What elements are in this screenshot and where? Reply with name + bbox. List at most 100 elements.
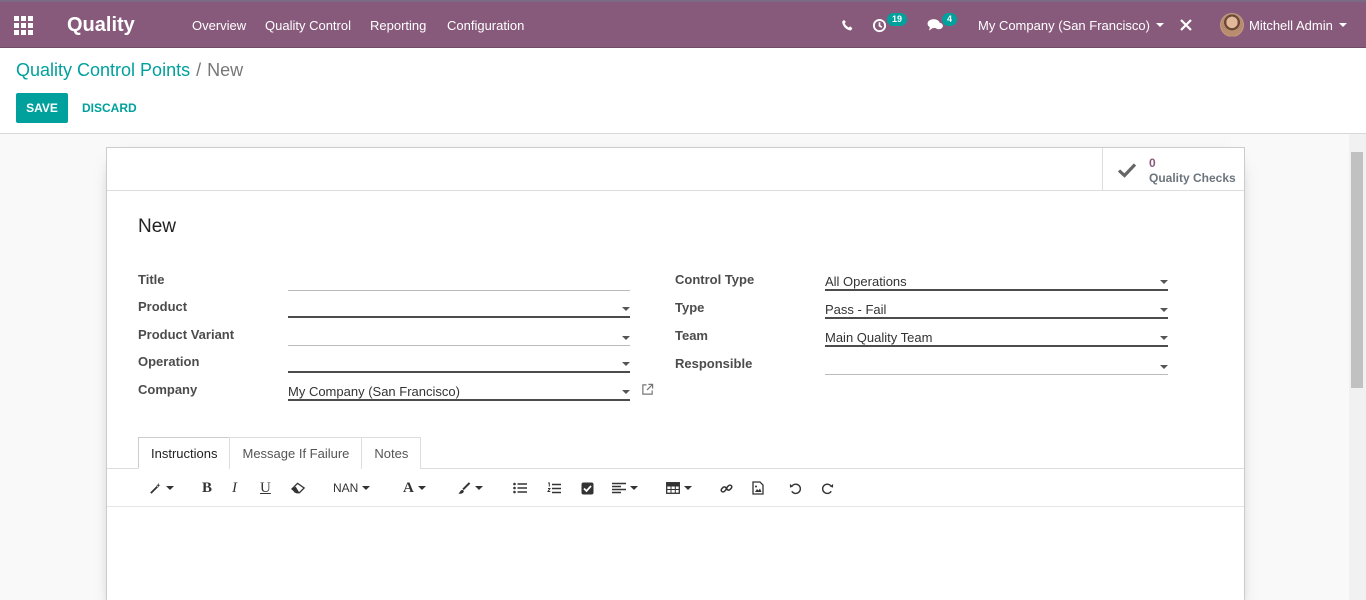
menu-quality-control[interactable]: Quality Control (265, 2, 351, 48)
chevron-down-icon (622, 307, 630, 311)
company-select[interactable]: My Company (San Francisco) (288, 380, 630, 401)
product-variant-label: Product Variant (138, 327, 235, 342)
control-type-select[interactable]: All Operations (825, 270, 1168, 291)
type-value: Pass - Fail (825, 302, 887, 317)
responsible-label: Responsible (675, 356, 753, 371)
record-title: New (138, 216, 177, 237)
page-scrollbar[interactable] (1349, 134, 1366, 600)
team-value: Main Quality Team (825, 330, 933, 345)
activity-clock-icon[interactable] (872, 2, 887, 48)
control-panel: Quality Control Points / New SAVE DISCARD (0, 48, 1366, 134)
breadcrumb: Quality Control Points / New (16, 60, 243, 81)
discard-button[interactable]: DISCARD (76, 93, 143, 123)
top-navbar: Quality Overview Quality Control Reporti… (0, 0, 1366, 48)
highlight-dropdown[interactable] (457, 469, 483, 507)
link-icon[interactable] (720, 469, 733, 507)
menu-configuration[interactable]: Configuration (447, 2, 524, 48)
unordered-list-icon[interactable] (513, 469, 527, 507)
chevron-down-icon (1160, 280, 1168, 284)
product-variant-select[interactable] (288, 326, 630, 346)
product-label: Product (138, 299, 188, 314)
activity-count-badge: 19 (887, 13, 908, 26)
chevron-down-icon (475, 486, 483, 490)
chevron-down-icon (362, 486, 371, 490)
title-label: Title (138, 272, 165, 287)
chevron-down-icon (622, 336, 630, 340)
font-color-dropdown[interactable]: A (403, 469, 426, 507)
chevron-down-icon (1160, 308, 1168, 312)
title-input[interactable] (288, 271, 630, 291)
control-type-value: All Operations (825, 274, 907, 289)
chevron-down-icon (417, 486, 426, 490)
chevron-down-icon (684, 486, 692, 490)
menu-overview[interactable]: Overview (192, 2, 246, 48)
quality-checks-smart-button[interactable]: 0 Quality Checks (1102, 148, 1244, 190)
chevron-down-icon (1338, 23, 1347, 27)
company-label: Company (138, 382, 198, 397)
magic-wand-icon (150, 482, 161, 494)
control-type-label: Control Type (675, 272, 755, 287)
message-count-badge: 4 (942, 13, 958, 26)
user-menu[interactable]: Mitchell Admin (1220, 2, 1347, 48)
avatar (1220, 13, 1244, 37)
check-icon (1117, 162, 1137, 181)
debug-tools-icon[interactable] (1179, 2, 1193, 48)
undo-icon[interactable] (789, 469, 802, 507)
external-link-icon[interactable] (641, 383, 654, 399)
chevron-down-icon (622, 362, 630, 366)
paint-brush-icon (458, 481, 471, 494)
italic-button[interactable]: I (232, 469, 237, 507)
chevron-down-icon (630, 486, 638, 490)
product-select[interactable] (288, 297, 630, 318)
paragraph-align-dropdown[interactable] (612, 469, 638, 507)
font-size-dropdown[interactable]: NAN (333, 469, 371, 507)
responsible-select[interactable] (825, 355, 1168, 375)
breadcrumb-parent-link[interactable]: Quality Control Points (16, 60, 190, 80)
phone-icon[interactable] (838, 2, 856, 48)
form-sheet: 0 Quality Checks New Title Product Produ… (106, 147, 1245, 600)
chevron-down-icon (166, 486, 174, 490)
apps-menu-icon[interactable] (14, 2, 36, 48)
bold-button[interactable]: B (202, 469, 212, 507)
ordered-list-icon[interactable] (547, 469, 561, 507)
table-dropdown[interactable] (666, 469, 692, 507)
breadcrumb-separator: / (196, 60, 202, 80)
type-label: Type (675, 300, 705, 315)
save-button[interactable]: SAVE (16, 93, 68, 123)
menu-reporting[interactable]: Reporting (370, 2, 426, 48)
eraser-icon[interactable] (291, 469, 306, 507)
team-label: Team (675, 328, 708, 343)
tab-message-if-failure[interactable]: Message If Failure (229, 437, 363, 469)
align-left-icon (612, 482, 626, 494)
scrollbar-thumb[interactable] (1351, 152, 1363, 388)
operation-label: Operation (138, 354, 200, 369)
chevron-down-icon (1155, 23, 1164, 27)
editor-toolbar: B I U NAN A (107, 469, 1244, 507)
chat-icon[interactable] (927, 2, 944, 48)
font-size-label: NAN (333, 481, 359, 495)
style-dropdown[interactable] (149, 469, 174, 507)
chevron-down-icon (1160, 365, 1168, 369)
company-switcher[interactable]: My Company (San Francisco) (978, 2, 1164, 48)
tab-notes[interactable]: Notes (361, 437, 422, 469)
quality-checks-label: Quality Checks (1149, 171, 1236, 185)
type-select[interactable]: Pass - Fail (825, 298, 1168, 319)
chevron-down-icon (622, 390, 630, 394)
instructions-editor[interactable] (107, 508, 1244, 600)
notebook-tabs: Instructions Message If Failure Notes (138, 437, 422, 469)
button-box: 0 Quality Checks (107, 148, 1244, 191)
checklist-icon[interactable] (581, 469, 594, 507)
underline-button[interactable]: U (260, 469, 271, 507)
tab-instructions[interactable]: Instructions (138, 437, 231, 469)
team-select[interactable]: Main Quality Team (825, 326, 1168, 347)
company-value: My Company (San Francisco) (288, 384, 460, 399)
user-name: Mitchell Admin (1249, 17, 1333, 33)
app-brand[interactable]: Quality (67, 2, 135, 48)
breadcrumb-current: New (207, 60, 244, 80)
operation-select[interactable] (288, 352, 630, 373)
text-color-icon: A (403, 479, 414, 496)
quality-checks-count: 0 (1149, 156, 1156, 170)
redo-icon[interactable] (821, 469, 834, 507)
image-icon[interactable] (752, 469, 764, 507)
table-icon (666, 482, 680, 494)
